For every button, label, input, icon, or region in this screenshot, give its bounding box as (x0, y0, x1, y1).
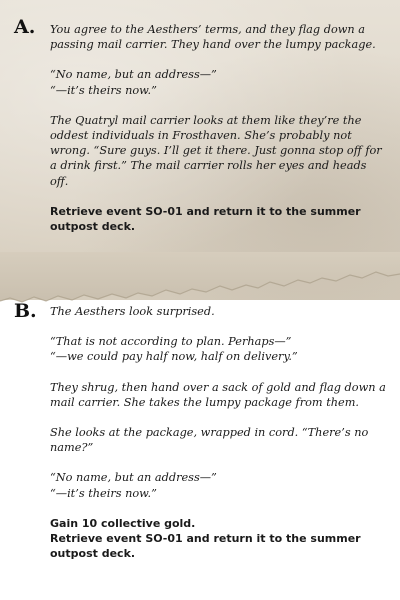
option-b-intro: The Aesthers look surprised. (50, 305, 215, 318)
option-a-intro: You agree to the Aesthers’ terms, and th… (50, 23, 376, 52)
option-b-outcome-gold: Gain 10 collective gold. (50, 516, 196, 530)
option-b-outcomes: Gain 10 collective gold. Retrieve event … (50, 516, 388, 562)
option-a-outcome: Retrieve event SO-01 and return it to th… (50, 204, 361, 234)
option-a-narrative: The Quatryl mail carrier looks at them l… (50, 113, 382, 188)
dialogue-line: “—we could pay half now, half on deliver… (50, 350, 298, 364)
option-a-text: You agree to the Aesthers’ terms, and th… (50, 22, 388, 249)
dialogue-line: “That is not according to plan. Perhaps—… (50, 335, 292, 349)
option-b-dialogue-2: “No name, but an address—” “—it’s theirs… (50, 470, 388, 500)
option-b-dialogue-1: “That is not according to plan. Perhaps—… (50, 334, 388, 364)
option-b-text: The Aesthers look surprised. “That is no… (50, 304, 388, 576)
dialogue-line: “—it’s theirs now.” (50, 83, 157, 97)
torn-paper-edge (0, 252, 400, 303)
option-b-marker: B. (14, 300, 37, 322)
option-b-paragraph-1: They shrug, then hand over a sack of gol… (50, 380, 386, 409)
dialogue-line: “—it’s theirs now.” (50, 486, 157, 500)
option-b-outcome-event: Retrieve event SO-01 and return it to th… (50, 532, 361, 561)
dialogue-line: “No name, but an address—” (50, 68, 217, 82)
option-a-dialogue: “No name, but an address—” “—it’s theirs… (50, 67, 388, 97)
option-a-marker: A. (14, 16, 36, 38)
option-b-paragraph-2: She looks at the package, wrapped in cor… (50, 426, 369, 455)
event-card: A. You agree to the Aesthers’ terms, and… (0, 0, 400, 600)
dialogue-line: “No name, but an address—” (50, 471, 217, 485)
